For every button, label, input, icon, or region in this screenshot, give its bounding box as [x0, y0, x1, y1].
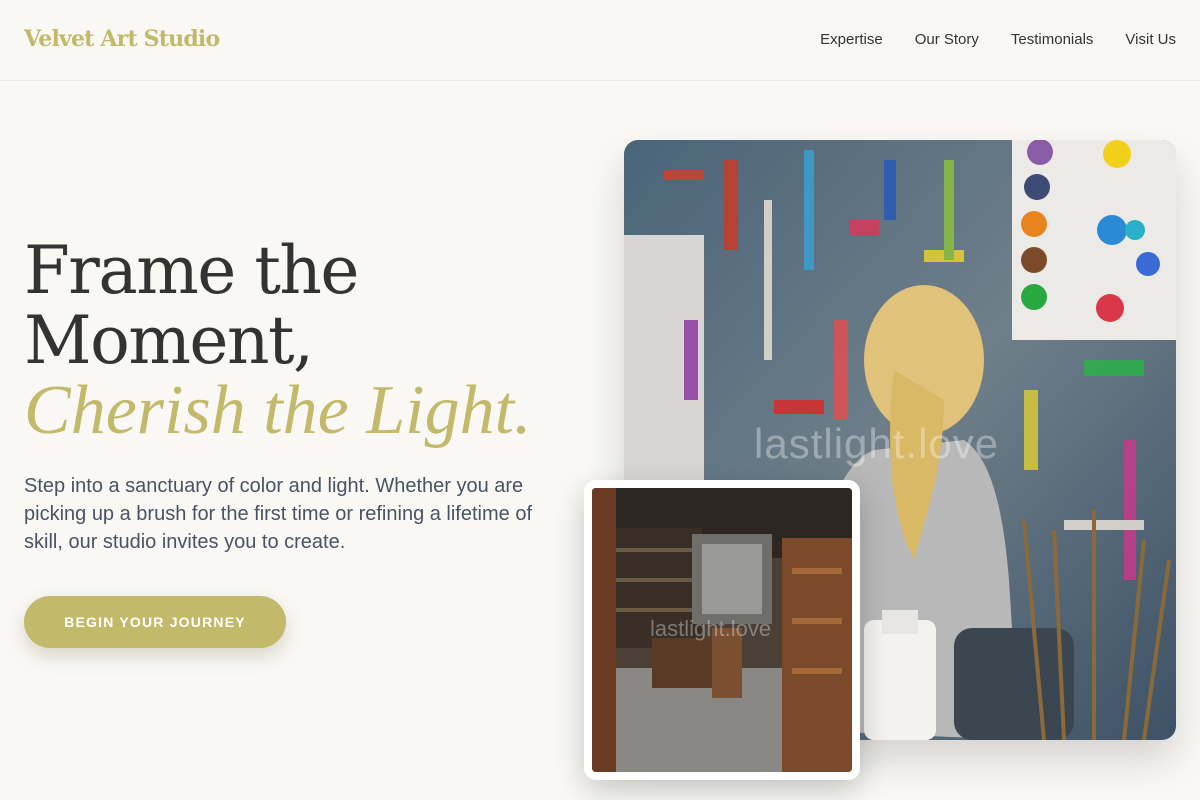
studio-interior-photo: lastlight.love	[592, 488, 852, 772]
site-header: Velvet Art Studio Expertise Our Story Te…	[0, 0, 1200, 81]
nav-link-expertise[interactable]: Expertise	[820, 31, 883, 48]
headline-line-2: Moment,	[24, 302, 314, 379]
begin-journey-button[interactable]: BEGIN YOUR JOURNEY	[24, 596, 286, 648]
headline-accent: Cherish the Light.	[24, 372, 532, 449]
hero-subtext: Step into a sanctuary of color and light…	[24, 475, 533, 553]
brand-logo[interactable]: Velvet Art Studio	[24, 26, 220, 52]
inset-photo-frame: lastlight.love	[584, 480, 860, 780]
inset-image-watermark: lastlight.love	[650, 616, 772, 641]
main-image-watermark: lastlight.love	[754, 420, 1000, 467]
nav-link-our-story[interactable]: Our Story	[915, 31, 979, 48]
nav-link-visit-us[interactable]: Visit Us	[1125, 31, 1176, 48]
nav-link-testimonials[interactable]: Testimonials	[1011, 31, 1094, 48]
headline-line-1: Frame the	[24, 232, 359, 309]
main-nav: Expertise Our Story Testimonials Visit U…	[820, 31, 1176, 48]
hero-headline: Frame the Moment, Cherish the Light.	[24, 236, 532, 446]
